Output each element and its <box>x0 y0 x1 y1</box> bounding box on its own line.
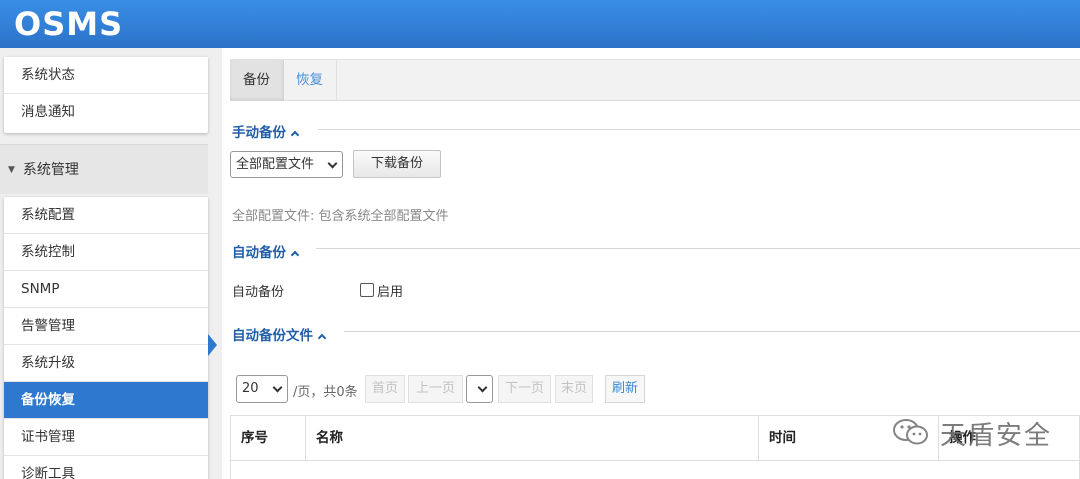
page-size-select[interactable]: 20 <box>236 375 288 403</box>
chevron-up-icon <box>290 250 300 260</box>
chevron-down-icon <box>477 382 488 393</box>
column-header-index: 序号 <box>231 416 306 460</box>
select-value: 20 <box>242 381 259 396</box>
tab-restore[interactable]: 恢复 <box>283 60 337 101</box>
backup-scope-hint: 全部配置文件: 包含系统全部配置文件 <box>232 209 449 224</box>
sidebar: 系统状态 消息通知 ▼ 系统管理 系统配置 系统控制 SNMP 告警管理 系统升级… <box>0 48 222 479</box>
triangle-down-icon: ▼ <box>8 165 15 175</box>
divider <box>316 248 1080 249</box>
table-header-divider <box>231 460 1080 461</box>
section-title-label: 自动备份文件 <box>232 328 313 344</box>
auto-backup-enable-label[interactable]: 启用 <box>377 281 403 300</box>
select-value: 全部配置文件 <box>236 157 315 172</box>
sidebar-item-system-status[interactable]: 系统状态 <box>4 57 208 94</box>
sidebar-item-alarm-management[interactable]: 告警管理 <box>4 308 208 345</box>
last-page-button[interactable]: 末页 <box>555 375 593 403</box>
chevron-up-icon <box>290 130 300 140</box>
sidebar-item-certificate-management[interactable]: 证书管理 <box>4 419 208 456</box>
chevron-down-icon <box>327 158 338 169</box>
column-header-name: 名称 <box>306 416 759 460</box>
next-page-button[interactable]: 下一页 <box>498 375 551 403</box>
backup-scope-select[interactable]: 全部配置文件 <box>230 151 343 178</box>
sidebar-item-system-config[interactable]: 系统配置 <box>4 197 208 234</box>
sidebar-top-card: 系统状态 消息通知 <box>4 57 208 133</box>
section-auto-backup-files[interactable]: 自动备份文件 <box>232 324 327 344</box>
page-number-select[interactable] <box>466 375 493 403</box>
chevron-down-icon <box>272 382 283 393</box>
section-manual-backup[interactable]: 手动备份 <box>232 121 300 141</box>
sidebar-group-label: 系统管理 <box>22 162 79 178</box>
sidebar-item-system-upgrade[interactable]: 系统升级 <box>4 345 208 382</box>
section-title-label: 手动备份 <box>232 125 286 141</box>
app-logo: OSMS <box>14 5 124 43</box>
tab-bar: 备份 恢复 <box>230 59 1080 101</box>
app-header: OSMS <box>0 0 1080 48</box>
watermark-text: 天盾安全 <box>940 421 1053 451</box>
section-auto-backup[interactable]: 自动备份 <box>232 241 300 261</box>
first-page-button[interactable]: 首页 <box>365 375 405 403</box>
sidebar-group-system-management[interactable]: ▼ 系统管理 <box>0 144 208 194</box>
sidebar-item-diagnostic-tools[interactable]: 诊断工具 <box>4 456 208 479</box>
tab-backup[interactable]: 备份 <box>230 60 284 101</box>
sidebar-item-system-control[interactable]: 系统控制 <box>4 234 208 271</box>
wechat-icon <box>893 419 928 445</box>
pager-summary: /页，共0条 <box>293 385 358 400</box>
section-title-label: 自动备份 <box>232 245 286 261</box>
active-item-pointer <box>208 334 217 356</box>
auto-backup-enable-checkbox[interactable] <box>360 283 374 297</box>
chevron-up-icon <box>317 333 327 343</box>
sidebar-item-notifications[interactable]: 消息通知 <box>4 94 208 131</box>
prev-page-button[interactable]: 上一页 <box>408 375 463 403</box>
download-backup-button[interactable]: 下载备份 <box>353 150 441 178</box>
refresh-button[interactable]: 刷新 <box>605 375 645 403</box>
sidebar-group-card: 系统配置 系统控制 SNMP 告警管理 系统升级 备份恢复 证书管理 诊断工具 <box>4 197 208 479</box>
divider <box>318 129 1080 130</box>
sidebar-item-backup-restore[interactable]: 备份恢复 <box>4 382 208 419</box>
auto-backup-label: 自动备份 <box>232 285 285 300</box>
sidebar-item-snmp[interactable]: SNMP <box>4 271 208 308</box>
divider <box>344 331 1080 332</box>
